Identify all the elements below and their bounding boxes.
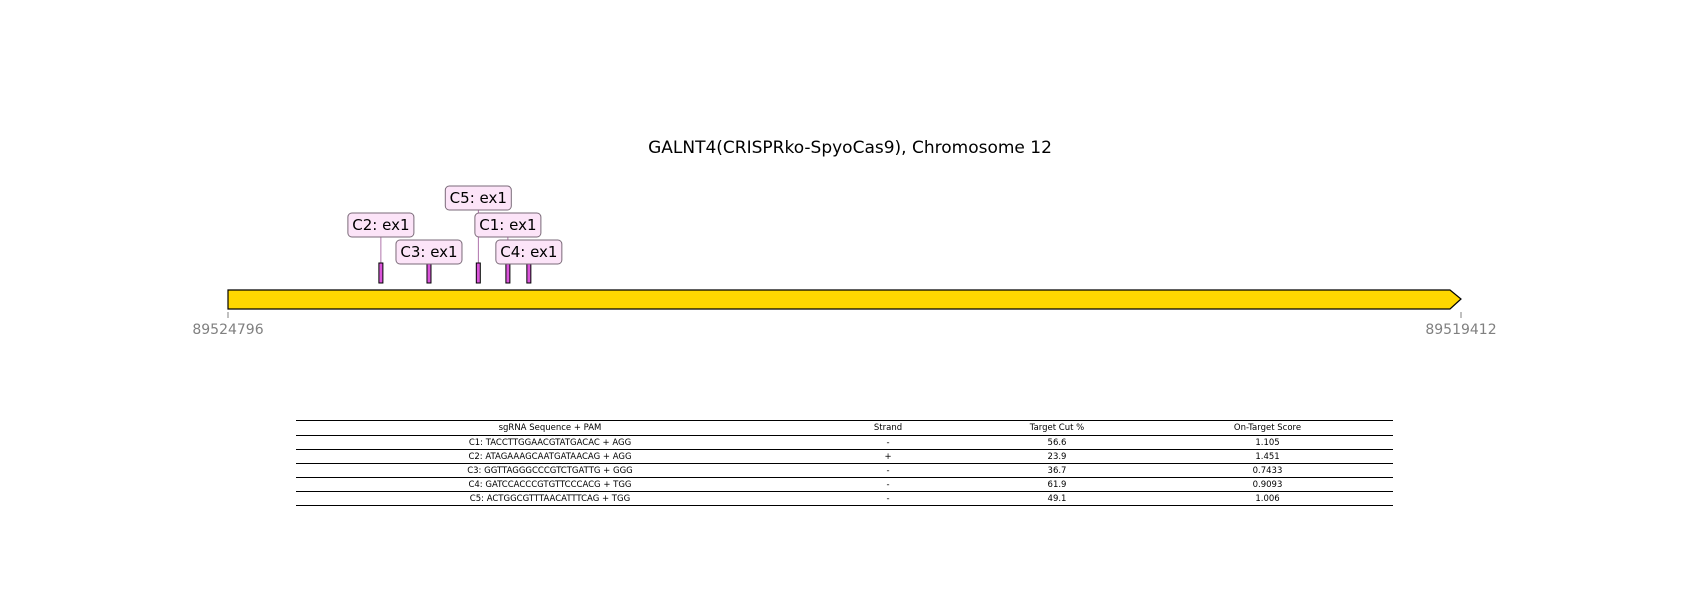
guide-label: C5: ex1	[450, 189, 507, 207]
cell-cut: 36.7	[972, 463, 1142, 478]
gene-start-coordinate: 89524796	[192, 322, 263, 338]
cell-score: 1.006	[1142, 491, 1393, 506]
cell-sequence: C3: GGTTAGGGCCCGTCTGATTG + GGG	[296, 463, 804, 478]
column-header-sequence: sgRNA Sequence + PAM	[296, 420, 804, 436]
cell-sequence: C2: ATAGAAAGCAATGATAACAG + AGG	[296, 449, 804, 464]
table-row: C4: GATCCACCCGTGTTCCCACG + TGG - 61.9 0.…	[296, 477, 1393, 492]
table-row: C2: ATAGAAAGCAATGATAACAG + AGG + 23.9 1.…	[296, 449, 1393, 464]
guide-label: C4: ex1	[500, 243, 557, 261]
guide-marker	[505, 262, 511, 284]
cell-sequence: C4: GATCCACCCGTGTTCCCACG + TGG	[296, 477, 804, 492]
cell-score: 0.7433	[1142, 463, 1393, 478]
column-header-score: On-Target Score	[1142, 420, 1393, 436]
table-row: C5: ACTGGCGTTTAACATTTCAG + TGG - 49.1 1.…	[296, 491, 1393, 506]
cell-strand: -	[804, 491, 972, 506]
table-row: C3: GGTTAGGGCCCGTCTGATTG + GGG - 36.7 0.…	[296, 463, 1393, 478]
table-header-row: sgRNA Sequence + PAM Strand Target Cut %…	[296, 420, 1393, 436]
cell-cut: 61.9	[972, 477, 1142, 492]
cell-score: 0.9093	[1142, 477, 1393, 492]
cell-strand: -	[804, 435, 972, 450]
guide-marker	[426, 262, 432, 284]
guide-markers: C2: ex1 C3: ex1 C5: ex1 C1: ex1 C4: ex1	[347, 185, 563, 284]
gene-end-coordinate: 89519412	[1425, 322, 1496, 338]
guide-marker	[526, 262, 532, 284]
cell-strand: +	[804, 449, 972, 464]
guide-label: C2: ex1	[352, 216, 409, 234]
cell-score: 1.451	[1142, 449, 1393, 464]
guide-marker	[378, 262, 384, 284]
cell-cut: 23.9	[972, 449, 1142, 464]
guide-label: C1: ex1	[479, 216, 536, 234]
cell-sequence: C1: TACCTTGGAACGTATGACAC + AGG	[296, 435, 804, 450]
column-header-strand: Strand	[804, 420, 972, 436]
table-row: C1: TACCTTGGAACGTATGACAC + AGG - 56.6 1.…	[296, 435, 1393, 450]
cell-strand: -	[804, 463, 972, 478]
gene-arrow	[227, 289, 1462, 310]
guide-label: C3: ex1	[400, 243, 457, 261]
cell-cut: 49.1	[972, 491, 1142, 506]
cell-sequence: C5: ACTGGCGTTTAACATTTCAG + TGG	[296, 491, 804, 506]
guide-marker	[475, 262, 481, 284]
guide-table: sgRNA Sequence + PAM Strand Target Cut %…	[296, 420, 1393, 506]
cell-score: 1.105	[1142, 435, 1393, 450]
gene-map: 89524796 89519412 C2: ex1C3: ex1C5: ex1C…	[192, 185, 1497, 338]
column-header-cut: Target Cut %	[972, 420, 1142, 436]
cell-strand: -	[804, 477, 972, 492]
cell-cut: 56.6	[972, 435, 1142, 450]
